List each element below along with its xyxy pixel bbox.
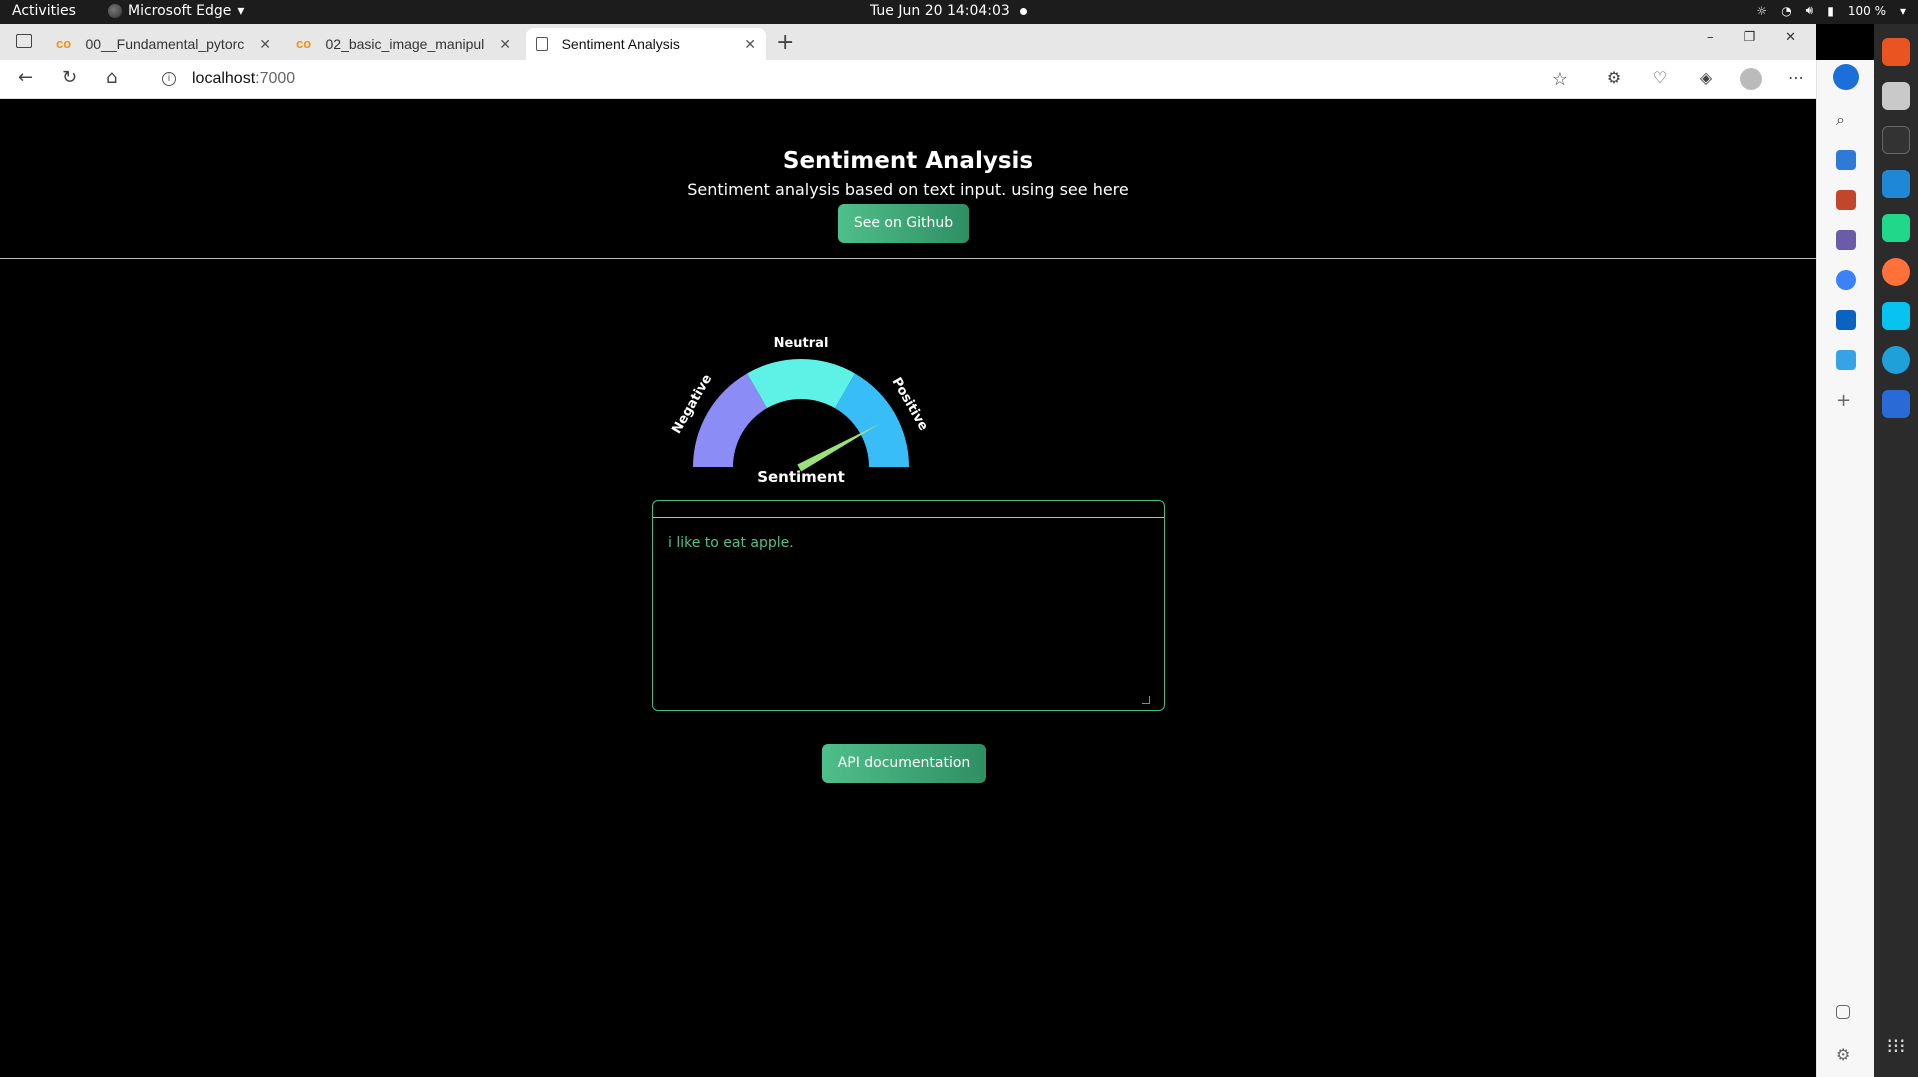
page-subtitle: Sentiment analysis based on text input. … — [687, 180, 1129, 199]
page-content: Sentiment Analysis Sentiment analysis ba… — [0, 99, 1816, 1077]
clock-text: Tue Jun 20 14:04:03 — [870, 3, 1010, 19]
software-center-icon[interactable] — [1882, 38, 1910, 66]
window-controls: – ❐ ✕ — [1707, 30, 1816, 45]
minimize-icon[interactable]: – — [1707, 30, 1714, 45]
chevron-down-icon: ▾ — [1899, 3, 1906, 18]
text-input-area[interactable]: i like to eat apple. — [652, 500, 1165, 711]
edge-sidebar: ⌕ + ⚙ — [1816, 60, 1874, 1077]
favorite-star-icon[interactable]: ☆ — [1552, 69, 1568, 90]
pycharm-icon[interactable] — [1882, 214, 1910, 242]
wifi-icon: ◔ — [1781, 3, 1792, 18]
app-menu-label: Microsoft Edge — [128, 3, 232, 19]
tab-title: 00__Fundamental_pytorc — [85, 36, 245, 52]
back-icon[interactable]: ← — [18, 67, 33, 88]
resize-handle[interactable] — [1142, 696, 1150, 704]
activities-button[interactable]: Activities — [12, 3, 76, 19]
tools-icon[interactable] — [1836, 190, 1856, 210]
tab-strip: co 00__Fundamental_pytorc ✕ co 02_basic_… — [0, 24, 1816, 60]
battery-icon: ▮ — [1827, 3, 1834, 18]
tab-basic-image-manipulation[interactable]: co 02_basic_image_manipul ✕ — [286, 28, 521, 60]
edge-app-icon — [108, 4, 122, 18]
refresh-icon[interactable]: ↻ — [62, 67, 77, 88]
profile-avatar[interactable] — [1740, 68, 1762, 90]
volume-icon: 🔊︎ — [1805, 3, 1814, 17]
tab-fundamental-pytorch[interactable]: co 00__Fundamental_pytorc ✕ — [46, 28, 281, 60]
clock[interactable]: Tue Jun 20 14:04:03 — [870, 3, 1027, 19]
url-port: :7000 — [255, 70, 296, 87]
api-documentation-button[interactable]: API documentation — [822, 744, 986, 783]
gauge-title: Sentiment — [757, 468, 845, 484]
browser-chrome: co 00__Fundamental_pytorc ✕ co 02_basic_… — [0, 24, 1816, 99]
tab-title: 02_basic_image_manipul — [325, 36, 485, 52]
url-host: localhost — [192, 70, 256, 87]
os-top-bar: Activities Microsoft Edge ▾ Tue Jun 20 1… — [0, 0, 1918, 24]
page-icon — [536, 37, 548, 51]
close-window-icon[interactable]: ✕ — [1785, 30, 1796, 45]
tab-actions-icon[interactable] — [16, 34, 32, 48]
gauge-label-neutral: Neutral — [774, 336, 829, 351]
firefox-icon[interactable] — [1882, 258, 1910, 286]
terminal-icon[interactable] — [1882, 126, 1910, 154]
text-editor-icon[interactable] — [1882, 390, 1910, 418]
games-icon[interactable] — [1836, 230, 1856, 250]
close-icon[interactable]: ✕ — [259, 36, 271, 53]
text-input-header — [653, 501, 1164, 518]
outlook-icon[interactable] — [1836, 310, 1856, 330]
close-icon[interactable]: ✕ — [744, 36, 756, 53]
colab-icon: co — [296, 36, 312, 51]
system-tray[interactable]: ☼ ◔ 🔊︎ ▮ 100 % ▾ — [1756, 3, 1906, 18]
chevron-down-icon: ▾ — [237, 3, 245, 19]
collections-icon[interactable]: ◈ — [1696, 68, 1716, 88]
close-icon[interactable]: ✕ — [499, 36, 511, 53]
info-icon[interactable]: i — [162, 72, 176, 86]
brightness-icon: ☼ — [1756, 3, 1768, 18]
page-title: Sentiment Analysis — [782, 148, 1034, 174]
edge-icon[interactable] — [1882, 346, 1910, 374]
colab-icon: co — [56, 36, 72, 51]
tab-sentiment-analysis[interactable]: Sentiment Analysis ✕ — [526, 28, 766, 60]
address-bar[interactable]: i localhost :7000 ☆ — [148, 64, 1580, 94]
app-menu[interactable]: Microsoft Edge ▾ — [108, 3, 244, 19]
drop-icon[interactable] — [1836, 350, 1856, 370]
notification-dot-icon — [1019, 7, 1027, 15]
more-menu-icon[interactable]: ⋯ — [1786, 68, 1806, 88]
sentiment-gauge: Negative Neutral Positive Sentiment — [669, 336, 931, 484]
github-button[interactable]: See on Github — [838, 204, 969, 243]
files-icon[interactable] — [1882, 82, 1910, 110]
hide-sidebar-icon[interactable] — [1836, 1005, 1850, 1019]
hero-section: Sentiment Analysis Sentiment analysis ba… — [0, 99, 1816, 259]
gauge-segment-neutral — [747, 359, 855, 409]
battery-percent: 100 % — [1847, 3, 1886, 18]
webstorm-icon[interactable] — [1882, 302, 1910, 330]
add-icon[interactable]: + — [1836, 390, 1856, 411]
navigation-bar: ← ↻ ⌂ i localhost :7000 ☆ ⚙ ♡ ◈ ⋯ — [0, 60, 1816, 99]
tab-title: Sentiment Analysis — [561, 36, 680, 52]
home-icon[interactable]: ⌂ — [106, 67, 117, 88]
shopping-icon[interactable] — [1836, 150, 1856, 170]
browser-essentials-icon[interactable]: ♡ — [1650, 68, 1670, 88]
text-input-value[interactable]: i like to eat apple. — [668, 535, 794, 551]
office-icon[interactable] — [1836, 270, 1856, 290]
search-icon[interactable]: ⌕ — [1836, 110, 1856, 130]
settings-icon[interactable]: ⚙ — [1836, 1045, 1856, 1065]
show-apps-icon[interactable]: ⁝⁝⁝ — [1882, 1034, 1910, 1062]
new-tab-button[interactable]: + — [776, 30, 794, 55]
extensions-icon[interactable]: ⚙ — [1604, 68, 1624, 88]
os-dock: ⁝⁝⁝ — [1874, 24, 1918, 1077]
restore-icon[interactable]: ❐ — [1743, 30, 1755, 45]
bing-chat-icon[interactable] — [1833, 64, 1859, 90]
vscode-icon[interactable] — [1882, 170, 1910, 198]
